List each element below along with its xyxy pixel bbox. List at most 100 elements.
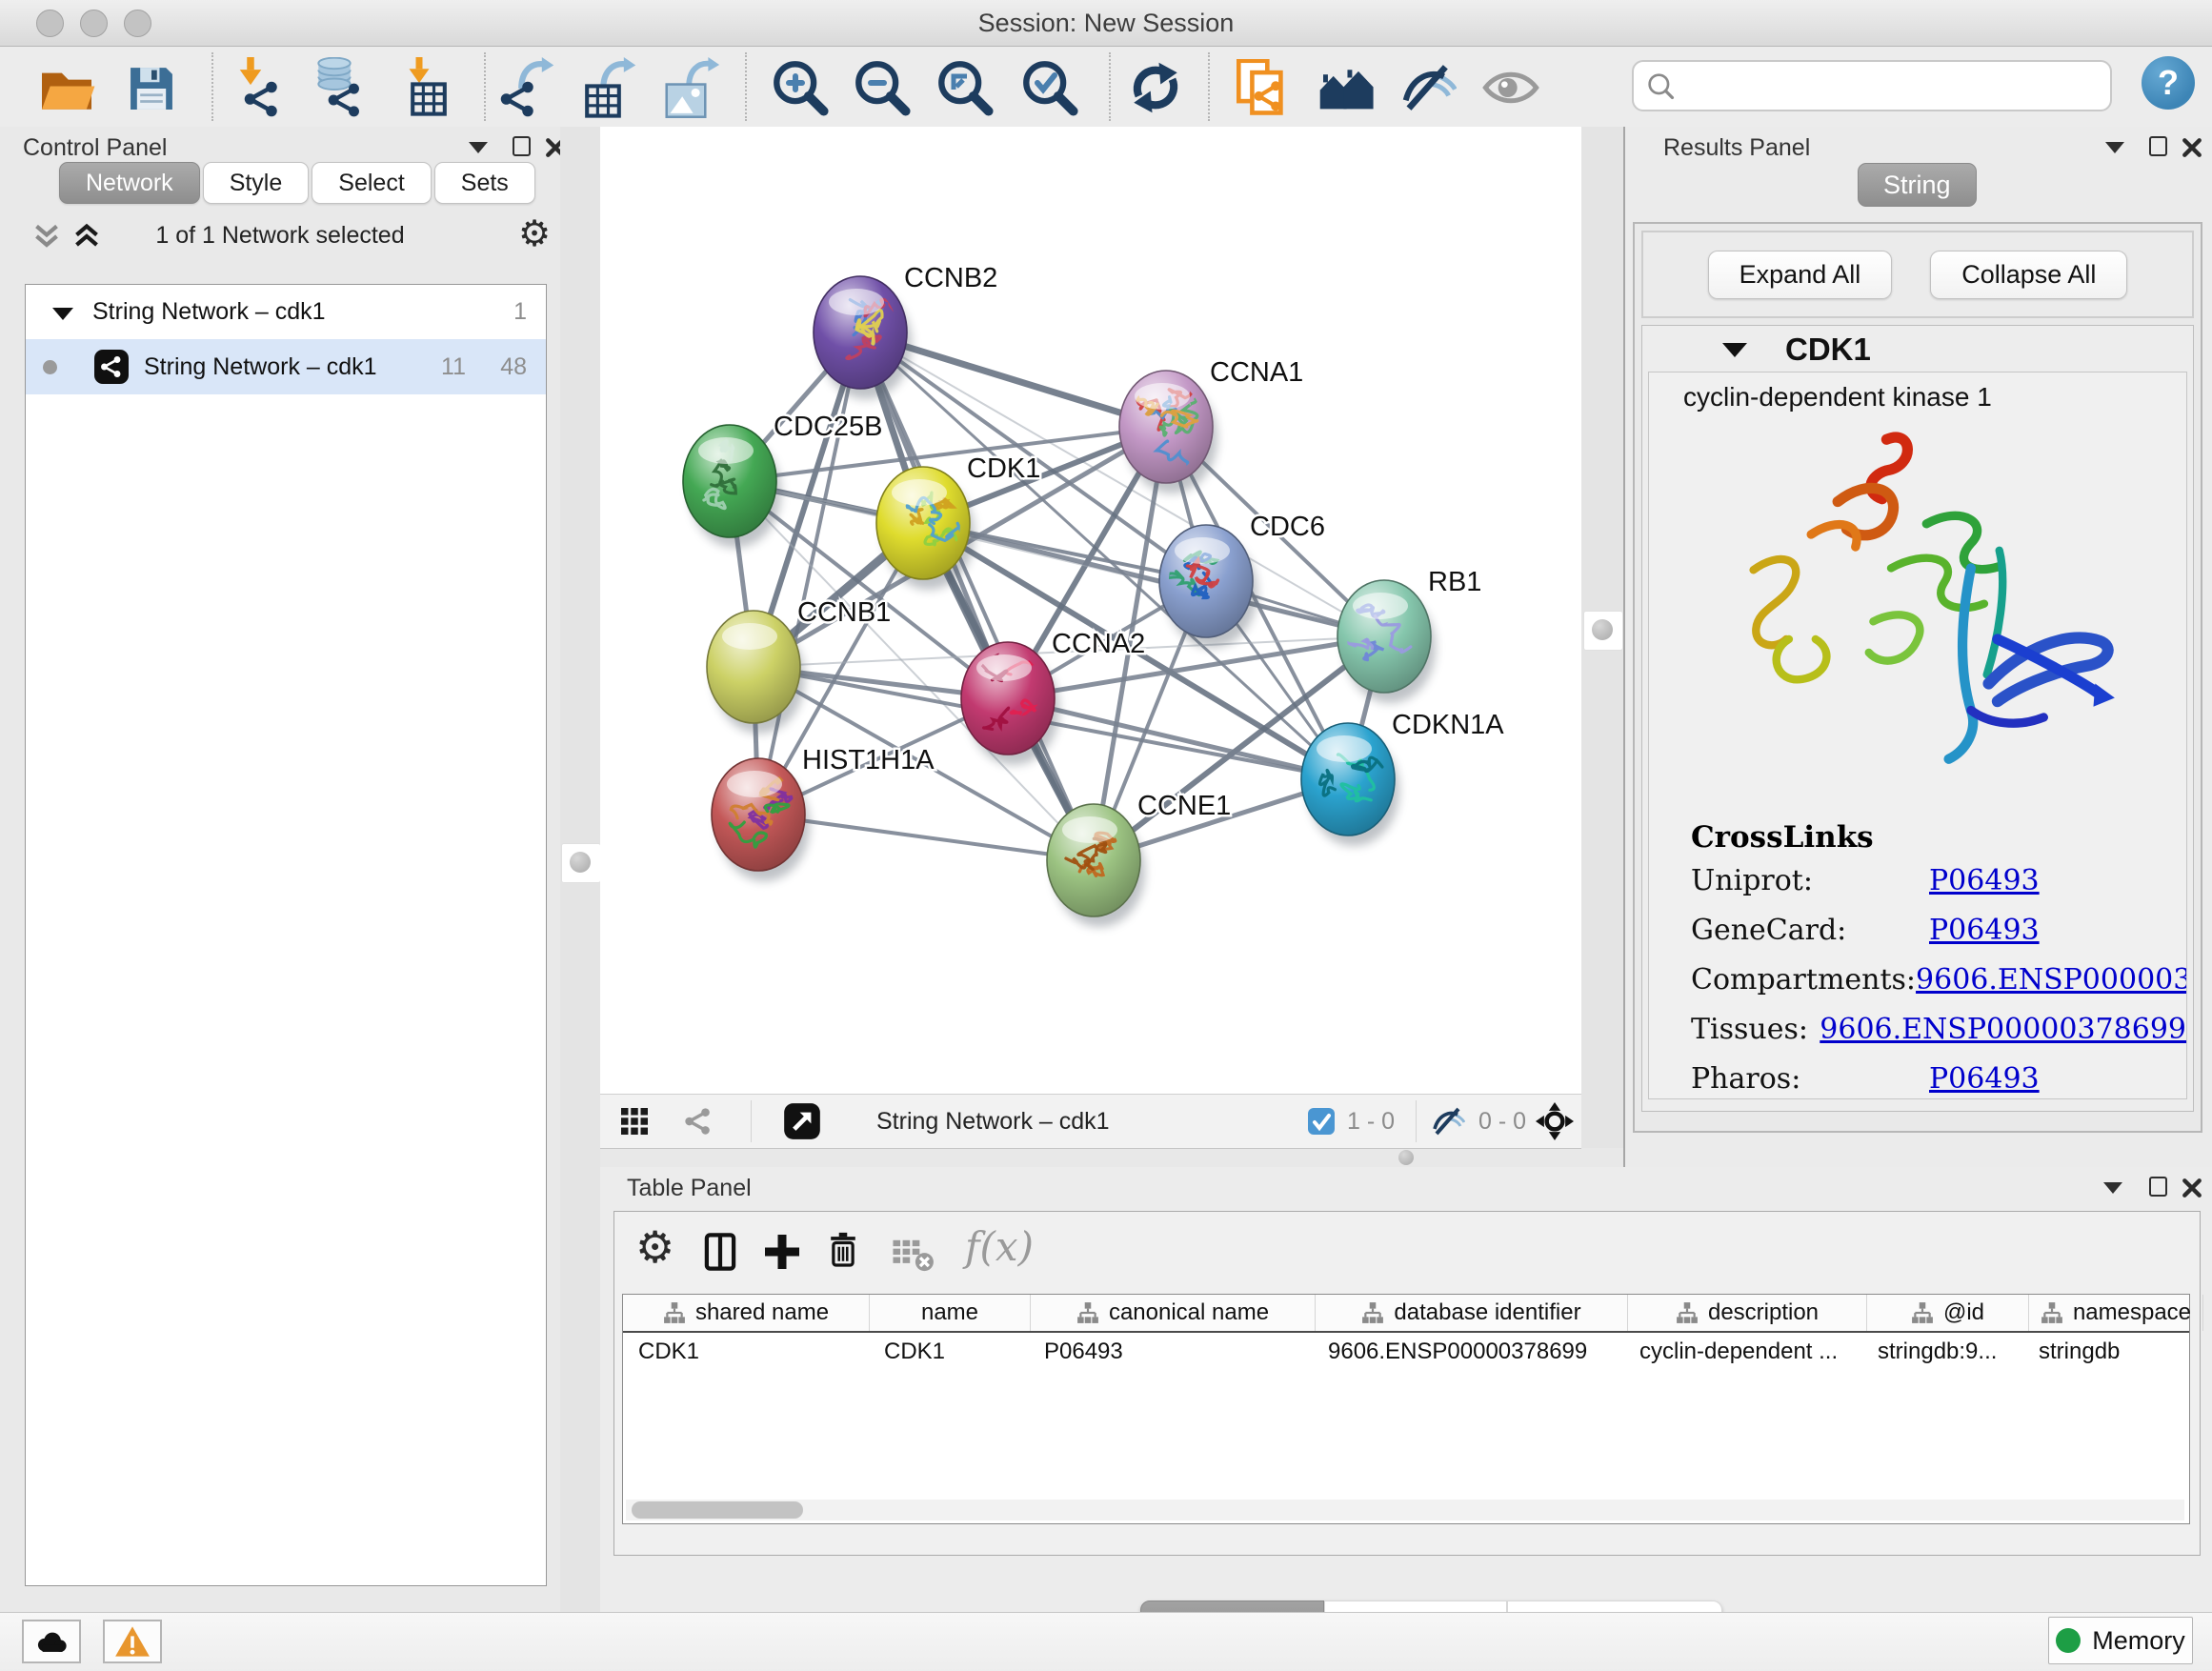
save-session-icon[interactable]	[120, 57, 181, 118]
import-network-file-icon[interactable]	[229, 57, 290, 118]
import-network-database-icon[interactable]	[307, 57, 368, 118]
hidden-node-edge-counts: 0 - 0	[1478, 1108, 1526, 1136]
crosslink-link[interactable]: P06493	[1929, 864, 2040, 897]
gene-entry-header[interactable]: CDK1	[1642, 326, 2193, 372]
panel-float-icon[interactable]	[513, 136, 531, 156]
network-view-canvas[interactable]: CCNB2CCNA1CDC25BCDK1CDC6RB1CCNB1CCNA2CDK…	[600, 127, 1581, 1094]
crosslink-link[interactable]: P06493	[1929, 1062, 2040, 1096]
import-table-file-icon[interactable]	[394, 57, 455, 118]
delete-table-icon-disabled[interactable]	[893, 1237, 935, 1273]
column-header-name[interactable]: name	[870, 1295, 1031, 1331]
open-session-icon[interactable]	[36, 57, 97, 118]
left-splitter-handle[interactable]	[561, 843, 601, 883]
node-CDC6[interactable]: CDC6	[1159, 512, 1325, 648]
tab-network[interactable]: Network	[59, 162, 200, 204]
gene-entry-cdk1: CDK1 cyclin-dependent kinase 1	[1641, 325, 2194, 1112]
zoom-out-icon[interactable]	[852, 57, 913, 118]
left-splitter[interactable]	[560, 127, 600, 1612]
network-options-gear-icon[interactable]: ⚙	[518, 212, 551, 254]
column-header-namespace[interactable]: namespace	[2029, 1295, 2203, 1331]
node-RB1[interactable]: RB1	[1332, 567, 1481, 703]
duplicate-network-icon[interactable]	[1230, 57, 1291, 118]
tab-sets[interactable]: Sets	[434, 162, 535, 204]
horizontal-splitter-handle[interactable]	[1398, 1150, 1414, 1165]
delete-column-icon[interactable]	[826, 1229, 860, 1271]
node-CCNE1[interactable]: CCNE1	[1047, 791, 1231, 927]
column-header-description[interactable]: description	[1628, 1295, 1867, 1331]
protein-structure-image	[1649, 413, 2186, 813]
create-column-icon[interactable]	[763, 1233, 801, 1271]
network-share-icon[interactable]	[682, 1105, 714, 1137]
zoom-selected-icon[interactable]	[1019, 57, 1080, 118]
node-CCNA2[interactable]: CCNA2	[961, 629, 1145, 765]
export-table-icon[interactable]	[575, 57, 636, 118]
grid-view-icon[interactable]	[621, 1108, 648, 1135]
node-table-container: ⚙ f(x) shared namenamecanonical namedata…	[613, 1211, 2201, 1556]
edge-CCNB2-CCNE1[interactable]	[860, 332, 1094, 860]
memory-status-dot	[2056, 1628, 2081, 1653]
entry-expander-icon[interactable]	[1722, 343, 1747, 357]
crosshair-move-icon[interactable]	[1536, 1102, 1574, 1140]
panel-float-icon[interactable]	[2149, 1177, 2167, 1197]
column-header-canonical-name[interactable]: canonical name	[1031, 1295, 1316, 1331]
help-button[interactable]: ?	[2142, 56, 2195, 110]
panel-float-icon[interactable]	[2149, 136, 2167, 156]
tab-string[interactable]: String	[1858, 163, 1977, 207]
selected-checkbox-icon[interactable]	[1307, 1107, 1336, 1136]
node-CDK1[interactable]: CDK1	[876, 453, 1040, 590]
search-input[interactable]	[1632, 60, 2112, 111]
shared-column-icon	[1361, 1301, 1384, 1324]
column-header-database-identifier[interactable]: database identifier	[1316, 1295, 1628, 1331]
panel-menu-icon[interactable]	[2103, 1182, 2122, 1194]
crosslink-link[interactable]: 9606.ENSP00000378699	[1820, 1013, 2186, 1046]
show-columns-icon[interactable]	[702, 1229, 738, 1273]
show-graphics-details-icon[interactable]	[1480, 57, 1541, 118]
right-splitter-handle[interactable]	[1583, 611, 1623, 651]
column-header-shared-name[interactable]: shared name	[623, 1295, 870, 1331]
node-CCNB2[interactable]: CCNB2	[814, 263, 997, 399]
cloud-status-button[interactable]	[22, 1620, 81, 1663]
network-row-selected[interactable]: String Network – cdk1 11 48	[26, 339, 546, 394]
refresh-icon[interactable]	[1125, 57, 1186, 118]
tab-style[interactable]: Style	[203, 162, 310, 204]
crosslink-link[interactable]: P06493	[1929, 914, 2040, 947]
zoom-in-icon[interactable]	[770, 57, 831, 118]
crosslink-link[interactable]: 9606.ENSP00000378699	[1916, 963, 2187, 997]
table-options-gear-icon[interactable]: ⚙	[635, 1221, 674, 1273]
node-HIST1H1A[interactable]: HIST1H1A	[712, 745, 935, 881]
function-builder-icon[interactable]: f(x)	[965, 1223, 1034, 1270]
selected-node-edge-counts: 1 - 0	[1347, 1108, 1395, 1136]
hide-graphics-details-icon[interactable]	[1398, 57, 1458, 118]
collapse-all-button[interactable]: Collapse All	[1930, 251, 2127, 299]
panel-close-icon[interactable]	[2182, 1178, 2202, 1198]
column-header--id[interactable]: @id	[1867, 1295, 2029, 1331]
panel-menu-icon[interactable]	[2105, 142, 2124, 153]
node-label-CCNB1: CCNB1	[797, 597, 891, 628]
export-image-icon[interactable]	[659, 57, 720, 118]
hidden-eye-icon[interactable]	[1431, 1107, 1465, 1136]
panel-close-icon[interactable]	[2182, 137, 2202, 158]
edge-CCNB2-HIST1H1A[interactable]	[758, 332, 860, 815]
tab-select[interactable]: Select	[312, 162, 431, 204]
scrollbar-thumb[interactable]	[632, 1501, 803, 1519]
node-CCNB1[interactable]: CCNB1	[707, 597, 891, 734]
node-label-CDK1: CDK1	[967, 453, 1040, 484]
export-network-icon[interactable]	[495, 57, 556, 118]
horizontal-splitter[interactable]	[600, 1148, 1623, 1167]
expand-all-button[interactable]: Expand All	[1708, 251, 1893, 299]
node-CDKN1A[interactable]: CDKN1A	[1301, 710, 1504, 846]
table-horizontal-scrollbar[interactable]	[626, 1500, 2184, 1520]
string-network-graph[interactable]: CCNB2CCNA1CDC25BCDK1CDC6RB1CCNB1CCNA2CDK…	[600, 127, 1581, 1094]
collection-expander-icon[interactable]	[52, 308, 73, 320]
memory-button[interactable]: Memory	[2048, 1617, 2193, 1664]
table-row[interactable]: CDK1CDK1P064939606.ENSP00000378699cyclin…	[623, 1333, 2189, 1371]
zoom-fit-icon[interactable]	[935, 57, 995, 118]
node-CDC25B[interactable]: CDC25B	[683, 412, 882, 548]
birds-eye-view-icon[interactable]	[783, 1102, 821, 1140]
warnings-button[interactable]	[103, 1620, 162, 1663]
right-splitter[interactable]	[1581, 127, 1623, 1167]
network-collection-row[interactable]: String Network – cdk1 1	[26, 285, 546, 339]
table-toolbar: ⚙ f(x)	[614, 1212, 2200, 1288]
first-neighbors-icon[interactable]	[1315, 57, 1376, 118]
panel-menu-icon[interactable]	[469, 142, 488, 153]
